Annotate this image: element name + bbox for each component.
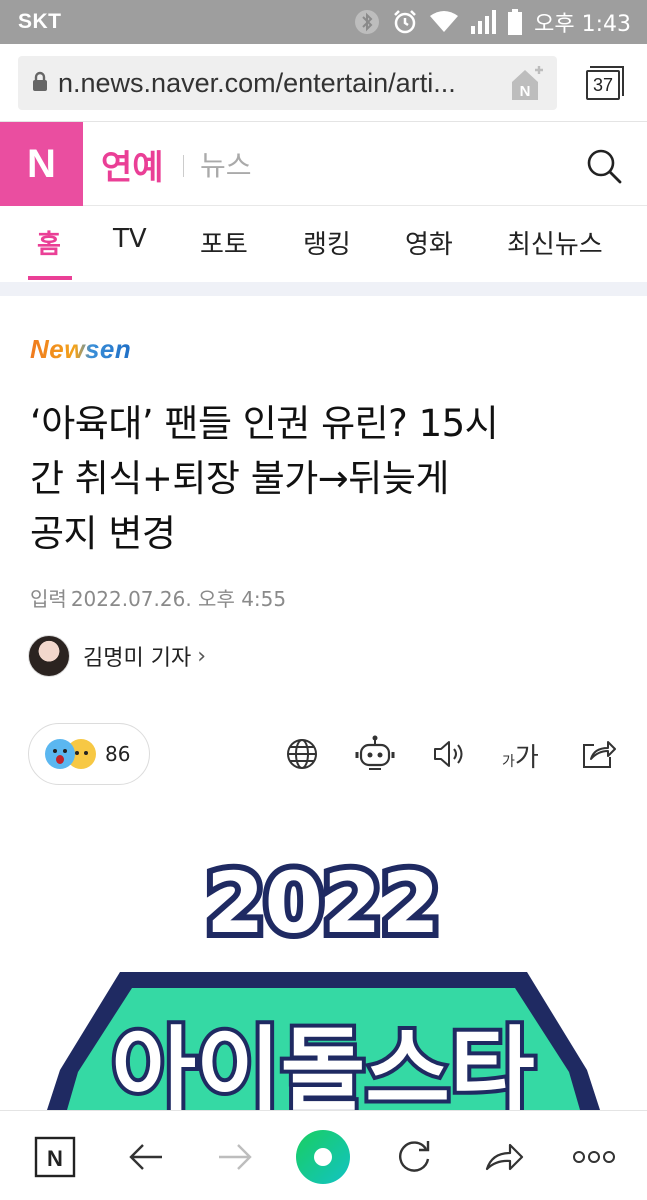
search-icon[interactable] <box>584 146 624 186</box>
browser-bottom-bar: N <box>0 1110 647 1200</box>
naver-logo[interactable]: N <box>0 122 83 206</box>
idol-logo-title-text: 아이돌스타 <box>107 1013 538 1110</box>
clock-time: 오후 1:43 <box>534 12 631 37</box>
tab-ranking[interactable]: 랭킹 <box>303 224 351 261</box>
shocked-emoji-icon <box>45 739 75 769</box>
article-dateline: 입력 2022.07.26. 오후 4:55 <box>30 583 286 612</box>
reaction-count: 86 <box>105 742 131 766</box>
tab-latest-news[interactable]: 최신뉴스 <box>507 224 603 261</box>
signal-icon <box>470 10 497 34</box>
headline-line: 공지 변경 <box>30 512 176 555</box>
category-nav: 홈 TV 포토 랭킹 영화 최신뉴스 <box>0 206 647 282</box>
headline-line: 간 취식+퇴장 불가→뒤늦게 <box>30 457 449 500</box>
headline-line: ‘아육대’ 팬들 인권 유린? 15시 <box>30 402 499 445</box>
bluetooth-icon <box>354 9 380 35</box>
header-divider <box>183 155 184 177</box>
reporter-avatar <box>28 635 70 677</box>
wifi-icon <box>430 11 459 33</box>
publish-date: 2022.07.26. 오후 4:55 <box>70 587 287 611</box>
tab-home[interactable]: 홈 <box>37 224 61 261</box>
url-text: n.news.naver.com/entertain/arti... <box>58 67 456 98</box>
tab-photo[interactable]: 포토 <box>200 224 248 261</box>
section-title[interactable]: 연예 <box>101 140 164 189</box>
robot-summary-icon[interactable] <box>355 734 395 774</box>
forward-arrow-icon[interactable] <box>213 1135 257 1179</box>
press-logo-text: Newsen <box>30 334 131 364</box>
active-tab-indicator <box>28 276 72 280</box>
back-arrow-icon[interactable] <box>124 1135 168 1179</box>
tab-movie[interactable]: 영화 <box>405 224 453 261</box>
status-bar: SKT 오후 1:43 <box>0 0 647 44</box>
naver-home-add-icon[interactable]: N <box>509 64 545 106</box>
reporter-link[interactable]: 김명미 기자 › <box>28 635 206 677</box>
tab-tv[interactable]: TV <box>113 224 147 254</box>
globe-icon[interactable] <box>282 734 322 774</box>
subsection-title[interactable]: 뉴스 <box>200 144 252 184</box>
reaction-button[interactable]: 86 <box>28 723 150 785</box>
svg-text:N: N <box>47 1146 63 1171</box>
date-label: 입력 <box>30 587 67 611</box>
more-options-icon[interactable] <box>572 1135 616 1179</box>
svg-text:N: N <box>520 83 531 100</box>
lock-icon <box>32 71 48 95</box>
reporter-name: 김명미 기자 <box>83 646 192 671</box>
article-image[interactable]: 아이돌스타 2022 <box>0 810 647 1110</box>
share-arrow-icon[interactable] <box>482 1135 526 1179</box>
chevron-right-icon: › <box>197 643 207 669</box>
share-icon[interactable] <box>578 734 618 774</box>
section-separator <box>0 282 647 296</box>
tab-count: 37 <box>586 70 620 100</box>
refresh-icon[interactable] <box>392 1135 436 1179</box>
alarm-icon <box>392 9 418 35</box>
carrier-label: SKT <box>18 10 62 33</box>
address-bar[interactable]: n.news.naver.com/entertain/arti... N <box>18 56 557 110</box>
naver-green-dot-icon[interactable] <box>295 1129 351 1185</box>
svg-text:아이돌스타: 아이돌스타 <box>111 1017 534 1110</box>
battery-icon <box>508 9 523 35</box>
svg-text:2022: 2022 <box>206 854 440 952</box>
press-logo[interactable]: Newsen <box>30 334 180 371</box>
speaker-icon[interactable] <box>430 734 470 774</box>
idol-logo-year-text: 2022 <box>200 848 446 958</box>
naver-app-icon[interactable]: N <box>33 1135 77 1179</box>
tab-switcher-button[interactable]: 37 <box>586 66 624 102</box>
site-header: N 연예 뉴스 <box>0 122 647 206</box>
font-small-label: 가 <box>502 754 515 770</box>
article-headline: ‘아육대’ 팬들 인권 유린? 15시 간 취식+퇴장 불가→뒤늦게 공지 변경 <box>30 396 620 561</box>
browser-toolbar: n.news.naver.com/entertain/arti... N 37 <box>0 44 647 122</box>
font-large-label: 가 <box>514 743 539 773</box>
font-size-button[interactable]: 가가 <box>502 737 539 774</box>
